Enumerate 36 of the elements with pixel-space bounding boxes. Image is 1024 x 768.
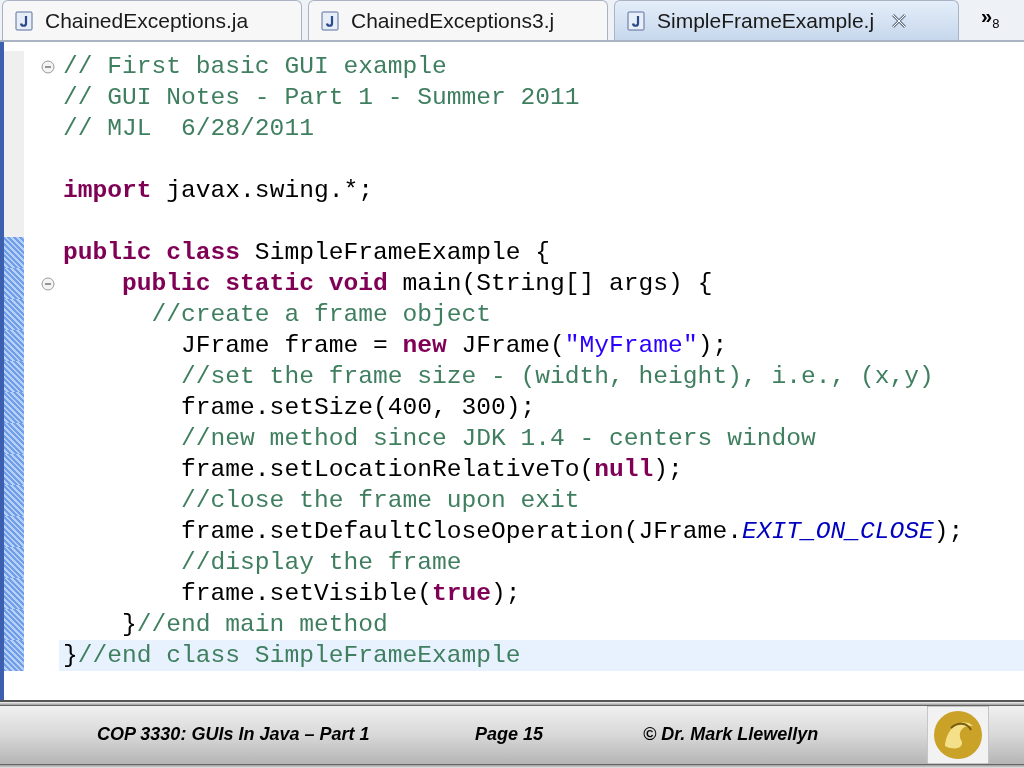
editor-tab[interactable]: SimpleFrameExample.j <box>614 0 959 40</box>
code-line: // MJL 6/28/2011 <box>63 114 314 144</box>
code-line: public class SimpleFrameExample { <box>63 238 551 268</box>
code-line: JFrame frame = new JFrame("MyFrame"); <box>180 331 728 361</box>
java-file-icon <box>321 10 339 31</box>
editor-tab[interactable]: ChainedExceptions3.j <box>308 0 608 40</box>
code-line: // GUI Notes - Part 1 - Summer 2011 <box>63 83 580 113</box>
code-line: //set the frame size - (width, height), i.e., (x,y) <box>180 362 934 392</box>
tab-label: ChainedExceptions.ja <box>45 7 249 34</box>
fold-icon[interactable] <box>41 59 55 74</box>
editor-tab[interactable]: ChainedExceptions.ja <box>2 0 302 40</box>
code-line: //display the frame <box>180 548 462 578</box>
code-line: }//end class SimpleFrameExample <box>63 641 521 671</box>
code-line: //new method since JDK 1.4 - centers window <box>180 424 816 454</box>
close-icon[interactable] <box>890 12 909 29</box>
author-credit: © Dr. Mark Llewellyn <box>643 723 820 747</box>
code-line: import javax.swing.*; <box>63 176 373 206</box>
tab-label: SimpleFrameExample.j <box>657 7 875 34</box>
code-line: //create a frame object <box>150 300 491 330</box>
fold-icon[interactable] <box>41 276 55 291</box>
code-line: frame.setDefaultCloseOperation(JFrame.EXIT_ON_CLOSE); <box>180 517 964 547</box>
code-line: //close the frame upon exit <box>180 486 580 516</box>
code-line: }//end main method <box>121 610 388 640</box>
code-line: frame.setLocationRelativeTo(null); <box>180 455 683 485</box>
tab-label: ChainedExceptions3.j <box>351 7 555 34</box>
code-line: public static void main(String[] args) { <box>121 269 713 299</box>
page-number: Page 15 <box>475 723 545 747</box>
java-file-icon <box>15 10 33 31</box>
course-title: COP 3330: GUIs In Java – Part 1 <box>97 723 371 747</box>
java-file-icon <box>627 10 645 31</box>
code-line: frame.setVisible(true); <box>180 579 521 609</box>
code-line: frame.setSize(400, 300); <box>180 393 536 423</box>
emblem-drawing <box>927 705 989 764</box>
code-line: // First basic GUI example <box>63 52 447 82</box>
overflow-count: 8 <box>992 15 1000 34</box>
overflow-chevron[interactable]: » <box>981 6 993 27</box>
